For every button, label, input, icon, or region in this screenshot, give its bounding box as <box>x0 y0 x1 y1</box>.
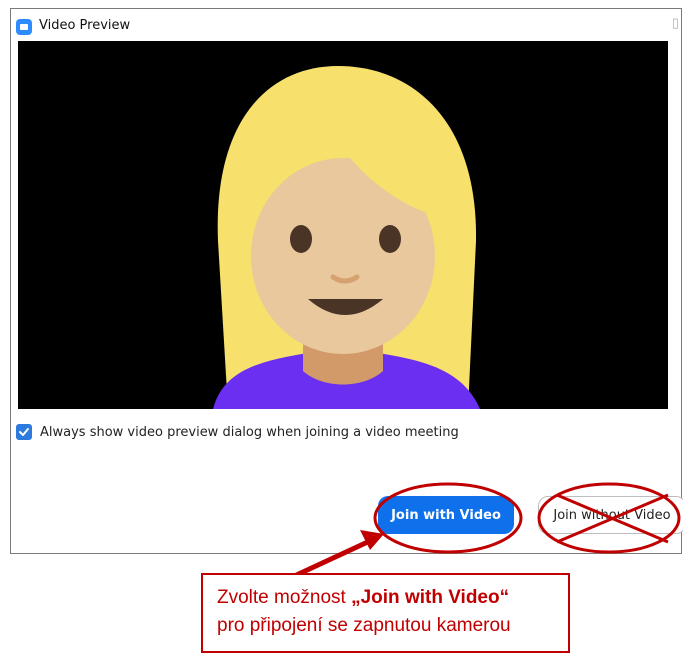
callout-highlight: „Join with Video“ <box>351 587 510 608</box>
woman-emoji-avatar <box>213 66 480 409</box>
instruction-callout: Zvolte možnost „Join with Video“ pro při… <box>201 573 570 653</box>
title-bar: Video Preview ▯ <box>11 9 681 39</box>
always-show-checkbox[interactable] <box>16 424 32 440</box>
always-show-label: Always show video preview dialog when jo… <box>40 425 459 440</box>
avatar-right-eye <box>379 225 401 253</box>
callout-line1-prefix: Zvolte možnost <box>217 587 352 608</box>
window-title: Video Preview <box>39 18 131 33</box>
callout-line2: pro připojení se zapnutou kamerou <box>217 615 511 636</box>
video-preview-area <box>18 41 668 409</box>
checkmark-icon <box>19 428 29 436</box>
join-with-video-button[interactable]: Join with Video <box>378 496 514 534</box>
avatar-left-eye <box>290 225 312 253</box>
join-without-video-button[interactable]: Join without Video <box>538 496 683 534</box>
close-icon[interactable]: ▯ <box>672 15 679 31</box>
zoom-camera-icon <box>16 19 32 35</box>
